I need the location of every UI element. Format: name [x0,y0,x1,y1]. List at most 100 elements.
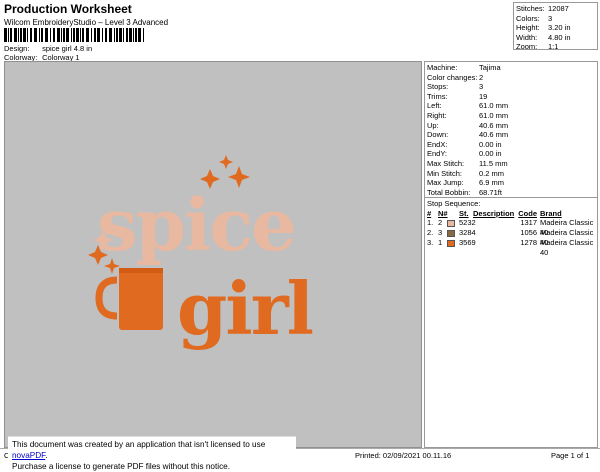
stop-cell-brand: Madeira Classic 40 [540,238,594,257]
stop-row: 1. 2 5232 1317 Madeira Classic 40 [427,218,595,237]
summary-row: Zoom: 1:1 [516,42,595,52]
stop-cell-num: 3. [427,238,434,247]
stop-cell-num: 2. [427,228,434,237]
color-swatch-chip [447,239,455,247]
machine-label: Max Jump: [427,178,464,188]
mug-icon [95,268,163,330]
machine-row: EndY: 0.00 in [427,149,595,159]
machine-label: EndY: [427,149,448,159]
software-subtitle: Wilcom EmbroideryStudio – Level 3 Advanc… [4,18,169,27]
col-description: Description [473,209,515,218]
page-title: Production Worksheet [4,2,132,16]
machine-value: 0.2 mm [479,168,505,178]
stop-cell-desc [473,238,515,248]
col-st: St. [459,209,469,218]
color-swatch [447,228,459,238]
stop-cell-st: 3569 [459,238,476,247]
machine-row: EndX: 0.00 in [427,140,595,150]
machine-row: Up: 40.6 mm [427,121,595,131]
design-label: Design: [4,44,30,53]
machine-value: 40.6 mm [479,130,509,140]
stop-sequence-title: Stop Sequence: [427,199,481,208]
machine-label: Up: [427,120,439,130]
stop-cell-code: 1056 [520,228,537,237]
summary-label: Zoom: [516,42,538,51]
summary-label: Width: [516,32,538,42]
machine-label: Total Bobbin: [427,187,471,197]
stop-cell-n: 3 [438,228,443,237]
machine-value: Tajima [479,63,501,72]
summary-label: Stitches: [516,4,545,13]
machine-row: Color changes: 2 [427,73,595,83]
page-number: Page 1 of 1 [551,451,590,460]
license-notice: This document was created by an applicat… [8,436,296,471]
machine-value: 0.00 in [479,149,502,159]
col-code: Code [518,209,537,218]
machine-row: Machine: Tajima [427,63,595,73]
summary-row: Height: 3.20 in [516,23,595,33]
design-value: spice girl 4.8 in [42,44,93,53]
machine-label: Down: [427,130,449,140]
artwork-word-spice: spice [97,182,295,267]
summary-value: 4.80 in [548,32,571,42]
machine-row: Left: 61.0 mm [427,101,595,111]
machine-row: Min Stitch: 0.2 mm [427,169,595,179]
color-swatch [447,218,459,228]
stop-cell-n: 2 [438,218,443,227]
summary-row: Stitches: 12087 [516,4,595,14]
stop-cell-brand: Madeira Classic 40 [540,228,594,247]
summary-label: Colors: [516,13,540,23]
color-swatch-chip [447,229,455,237]
summary-row: Colors: 3 [516,14,595,24]
stop-row: 2. 3 3284 1056 Madeira Classic 40 [427,228,595,247]
machine-label: Stops: [427,82,449,92]
col-brand: Brand [540,209,562,218]
barcode [4,28,144,42]
summary-value: 3 [548,13,553,23]
machine-value: 11.5 mm [479,158,508,168]
machine-label: Right: [427,110,447,120]
machine-value: 6.9 mm [479,178,505,188]
summary-box: Stitches: 12087 Colors: 3 Height: 3.20 in W… [513,2,598,52]
printed-date: Printed: 02/09/2021 00.11.16 [355,451,452,460]
stop-cell-st: 3284 [459,228,476,237]
machine-value: 68.71ft [479,187,502,197]
stop-cell-n: 1 [438,238,443,247]
machine-row: Stops: 3 [427,82,595,92]
summary-value: 12087 [548,4,569,13]
machine-row: Max Jump: 6.9 mm [427,178,595,188]
girl-text: girl [177,266,313,351]
stop-sequence-header: # N# St. Description Code Brand [427,209,595,218]
machine-value: 61.0 mm [479,101,509,111]
design-row: Design: spice girl 4.8 in [4,44,92,53]
machine-row: Max Stitch: 11.5 mm [427,159,595,169]
color-swatch-chip [447,219,455,227]
stop-cell-num: 1. [427,218,434,227]
machine-label: Left: [427,101,442,111]
summary-row: Width: 4.80 in [516,33,595,43]
machine-label: Max Stitch: [427,158,465,168]
artwork-word-girl: girl [177,266,313,351]
machine-value: 19 [479,91,488,101]
machine-row: Down: 40.6 mm [427,130,595,140]
machine-label: Color changes: [427,72,478,82]
machine-row: Trims: 19 [427,92,595,102]
notice-line1: This document was created by an applicat… [12,440,266,449]
machine-label: EndX: [427,139,448,149]
design-preview: spice girl [4,61,422,448]
novapdf-link[interactable]: novaPDF [12,451,45,460]
stop-row: 3. 1 3569 1278 Madeira Classic 40 [427,238,595,257]
stop-cell-code: 1278 [520,238,537,247]
summary-label: Height: [516,23,540,32]
machine-info-panel: Machine: Tajima Color changes: 2 Stops: 3 Trim… [424,61,598,198]
col-num: # [427,209,432,218]
stop-cell-st: 5232 [459,218,476,227]
machine-value: 40.6 mm [479,120,509,130]
stop-cell-code: 1317 [520,218,537,227]
machine-value: 61.0 mm [479,110,509,120]
col-swatch [447,209,459,218]
col-n: N# [438,209,448,218]
notice-line2: Purchase a license to generate PDF files… [12,462,230,471]
machine-label: Min Stitch: [427,168,463,178]
color-swatch [447,238,459,248]
